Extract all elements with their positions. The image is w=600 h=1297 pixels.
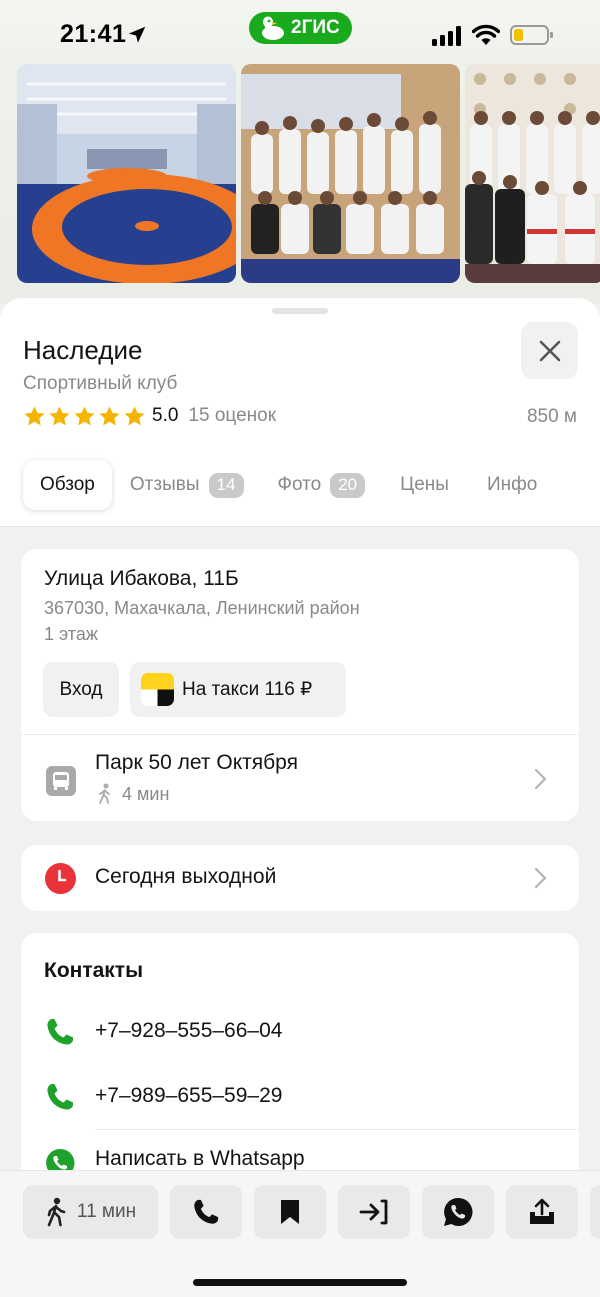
sheet-grabber[interactable] [272,308,328,314]
bottom-action-bar: 11 мин [0,1170,600,1297]
walk-time-label: 11 мин [76,1201,137,1222]
more-actions-button[interactable] [590,1185,600,1239]
phone-icon [194,1199,219,1224]
entrance-button[interactable]: Вход [43,662,119,717]
goose-icon [262,16,284,40]
call-button[interactable] [170,1185,242,1239]
tab-label: Отзывы [129,474,200,495]
place-card-sheet: Наследие Спортивный клуб 5.0 15 оценок 8… [0,298,600,1297]
walk-route-button[interactable]: 11 мин [23,1185,158,1239]
tab-info[interactable]: Инфо [487,460,537,510]
whatsapp-button[interactable] [422,1185,494,1239]
phone-icon [47,1019,73,1045]
tab-reviews[interactable]: Отзывы 14 [130,460,244,510]
wifi-icon [472,24,500,45]
address-street[interactable]: Улица Ибакова, 11Б [44,567,239,591]
wrestling-hall-photo[interactable] [17,64,236,283]
address-city: 367030, Махачкала, Ленинский район [44,598,360,618]
share-button[interactable] [506,1185,578,1239]
tab-label: Фото [277,474,322,495]
bookmark-icon [281,1200,299,1224]
distance-label: 850 м [526,406,577,427]
bookmark-button[interactable] [254,1185,326,1239]
share-icon [530,1198,554,1224]
photo-strip[interactable] [0,64,600,304]
phone-icon [47,1084,73,1110]
star-icon [24,405,45,425]
brand-label: 2ГИС [291,17,340,38]
whatsapp-link[interactable]: Написать в Whatsapp [95,1147,305,1171]
yandex-taxi-icon [141,673,174,706]
status-time: 21:41 [60,20,127,48]
tab-overview[interactable]: Обзор [23,460,112,510]
route-arrow-icon [359,1199,388,1225]
entrance-label: Вход [59,678,103,700]
tab-label: Обзор [40,474,95,495]
contacts-title: Контакты [44,959,144,982]
location-arrow-icon [128,26,146,43]
walking-icon [47,1197,66,1227]
close-button[interactable] [521,322,578,379]
phone-number-2[interactable]: +7‒989‒655‒59‒29 [95,1084,282,1108]
tab-photos[interactable]: Фото 20 [278,460,366,510]
tab-label: Инфо [486,474,538,495]
bus-stop-icon [46,766,76,796]
chevron-right-icon[interactable] [534,768,548,790]
home-indicator [193,1279,407,1286]
signal-icon [432,26,461,46]
battery-icon [510,25,553,45]
photos-count-badge: 20 [330,472,366,498]
award-group-photo[interactable] [465,64,600,283]
rating-count[interactable]: 15 оценок [188,405,276,427]
divider [21,734,579,735]
transit-walk-time: 4 мин [122,784,170,804]
rating-row[interactable]: 5.0 15 оценок [23,403,276,429]
taxi-button[interactable]: На такси 116 ₽ [130,662,346,717]
status-bar: 21:41 2ГИС [0,0,600,64]
team-group-photo[interactable] [241,64,460,283]
transit-stop-name[interactable]: Парк 50 лет Октября [95,751,298,775]
rating-stars [23,405,146,428]
phone-number-1[interactable]: +7‒928‒555‒66‒04 [95,1019,282,1043]
star-icon [99,405,120,425]
place-category: Спортивный клуб [23,373,178,394]
address-floor: 1 этаж [44,624,98,644]
reviews-count-badge: 14 [208,472,244,498]
chevron-right-icon [534,867,547,889]
tab-label: Цены [400,474,449,495]
tab-bar: Обзор Отзывы 14 Фото 20 Цены Инфо [23,460,537,510]
address-card: Улица Ибакова, 11Б 367030, Махачкала, Ле… [21,549,579,821]
star-icon [74,405,95,425]
route-button[interactable] [338,1185,410,1239]
clock-icon [45,863,76,894]
brand-logo: 2ГИС [249,12,352,44]
whatsapp-icon [444,1197,473,1226]
hours-status: Сегодня выходной [95,865,277,888]
divider [95,1129,579,1130]
close-icon [539,340,560,361]
walking-icon [99,783,110,804]
tab-prices[interactable]: Цены [400,460,449,510]
star-icon [124,405,145,425]
hours-card[interactable]: Сегодня выходной [21,845,579,911]
taxi-label: На такси 116 ₽ [182,679,313,700]
rating-value: 5.0 [152,405,179,426]
star-icon [49,405,70,425]
place-title: Наследие [23,335,143,365]
